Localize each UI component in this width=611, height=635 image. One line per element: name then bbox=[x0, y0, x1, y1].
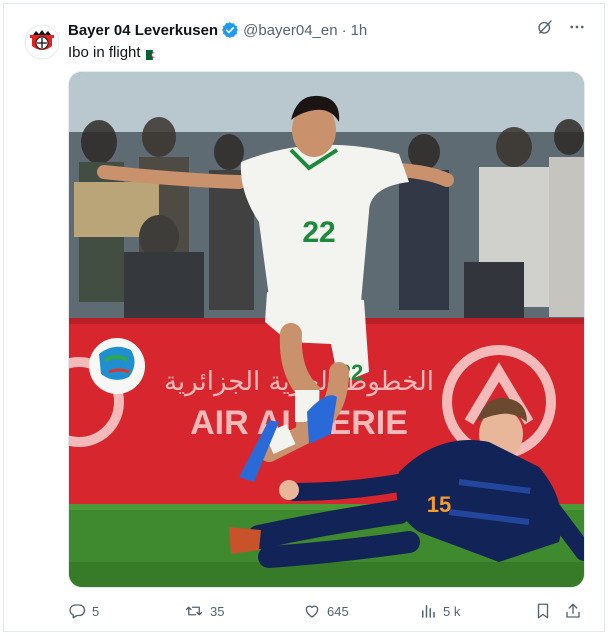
club-crest-icon bbox=[24, 24, 60, 60]
share-button[interactable] bbox=[564, 600, 588, 622]
reply-button[interactable]: 5 bbox=[68, 600, 99, 622]
author-handle[interactable]: @bayer04_en bbox=[243, 22, 337, 39]
author-display-name[interactable]: Bayer 04 Leverkusen bbox=[68, 22, 218, 39]
repost-count: 35 bbox=[210, 603, 225, 619]
bookmark-icon bbox=[537, 603, 549, 619]
views-button[interactable]: 5 k bbox=[419, 600, 460, 622]
jersey-number-15: 15 bbox=[427, 492, 451, 517]
tweet-actions: 5 35 645 5 k bbox=[68, 600, 588, 622]
share-icon bbox=[566, 603, 580, 618]
tweet-media-photo[interactable]: الخطوط الجوية الجزائرية AIR ALGERIE 22 2… bbox=[68, 71, 585, 588]
tweet-text: Ibo in flight bbox=[68, 42, 160, 62]
header-actions bbox=[536, 18, 586, 36]
reply-icon bbox=[69, 604, 86, 619]
repost-button[interactable]: 35 bbox=[184, 600, 224, 622]
jersey-number-22: 22 bbox=[302, 216, 335, 249]
algeria-flag-icon bbox=[145, 47, 160, 61]
tweet-body: Ibo in flight bbox=[68, 43, 141, 61]
repost-icon bbox=[185, 606, 203, 616]
heart-icon bbox=[305, 605, 319, 618]
bookmark-button[interactable] bbox=[534, 600, 558, 622]
grok-icon[interactable] bbox=[536, 18, 554, 36]
more-icon[interactable] bbox=[568, 18, 586, 36]
views-icon bbox=[422, 605, 435, 618]
tweet-card[interactable]: Bayer 04 Leverkusen @bayer04_en · 1h Ibo… bbox=[3, 3, 605, 632]
verified-badge-icon bbox=[221, 21, 239, 39]
timestamp[interactable]: 1h bbox=[351, 22, 368, 39]
tweet-header: Bayer 04 Leverkusen @bayer04_en · 1h bbox=[68, 19, 367, 41]
football bbox=[89, 338, 145, 394]
like-button[interactable]: 645 bbox=[303, 600, 349, 622]
view-count: 5 k bbox=[443, 603, 461, 619]
separator-dot: · bbox=[341, 21, 347, 39]
avatar[interactable] bbox=[24, 24, 60, 60]
like-count: 645 bbox=[327, 603, 349, 619]
reply-count: 5 bbox=[92, 603, 100, 619]
